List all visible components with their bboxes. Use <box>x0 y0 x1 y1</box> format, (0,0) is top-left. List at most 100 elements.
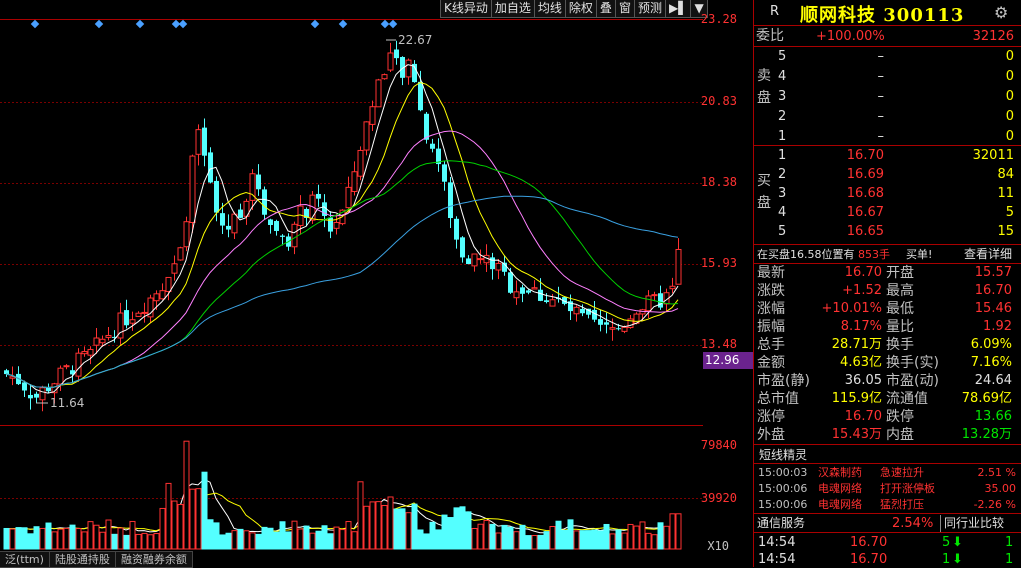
candle-body <box>34 393 39 398</box>
compare-industry-button[interactable]: 同行业比较 <box>940 515 1004 532</box>
industry-name[interactable]: 通信服务 <box>757 514 805 533</box>
quote-label: 市盈(动) <box>886 373 939 389</box>
order-level: 3 <box>778 89 787 104</box>
quote-value: 15.46 <box>974 301 1012 316</box>
candle-body <box>189 155 196 223</box>
quote-label: 总市值 <box>757 391 799 407</box>
volume-bar <box>591 529 598 550</box>
grid-lines <box>0 102 703 499</box>
volume-bar <box>267 527 274 550</box>
candle-body <box>598 319 603 325</box>
high-price-label: 22.67 <box>398 33 432 47</box>
forecast-button[interactable]: 预测 <box>633 0 666 18</box>
candle-body <box>99 338 106 344</box>
candle-body <box>460 237 465 258</box>
volume-bar <box>195 488 202 550</box>
candle-body <box>316 193 321 199</box>
volume-bar <box>75 528 82 550</box>
candle-body <box>75 352 82 377</box>
quote-label: 市盈(静) <box>757 373 810 389</box>
kline-chart-area[interactable]: 22.67 11.64 K线异动 加自选 均线 除权 叠 窗 预测 ▶▌ ▼ 泛(… <box>0 0 708 568</box>
spirit-row[interactable]: 15:00:06 电魂网络 打开涨停板 35.00 <box>754 481 1021 497</box>
volume-bar <box>615 529 622 550</box>
candle-body <box>580 308 585 314</box>
spirit-time: 15:00:03 <box>758 466 808 479</box>
view-detail-link[interactable]: 查看详细 <box>964 245 1012 264</box>
volume-bar <box>555 520 562 550</box>
volume-bar <box>105 519 112 550</box>
candle-body <box>28 394 33 399</box>
candle-body <box>256 174 261 190</box>
volume-bar <box>411 503 418 550</box>
volume-bar <box>279 521 286 550</box>
axis-tick: 20.83 <box>700 94 737 108</box>
volume-bar <box>243 530 250 550</box>
volume-bar <box>63 527 70 550</box>
axis-tick: 23.28 <box>700 12 737 26</box>
candle-body <box>645 295 652 312</box>
spirit-value: 35.00 <box>984 482 1017 495</box>
kline-anomaly-button[interactable]: K线异动 <box>440 0 492 18</box>
volume-bar <box>39 527 46 550</box>
order-level: 5 <box>778 49 787 64</box>
quote-label: 涨幅 <box>757 301 785 317</box>
window-button[interactable]: 窗 <box>614 0 635 18</box>
divider <box>754 532 1021 533</box>
candle-body <box>214 180 219 213</box>
order-ratio-label: 委比 <box>756 28 784 44</box>
volume-bar <box>579 530 586 550</box>
quote-row: 总手 28.71万 换手 6.09% <box>754 336 1021 354</box>
gear-icon[interactable]: ⚙ <box>994 3 1008 22</box>
quote-row: 涨跌 +1.52 最高 16.70 <box>754 282 1021 300</box>
quote-label: 涨跌 <box>757 283 785 299</box>
volume-bar <box>219 534 226 550</box>
candle-body <box>268 219 273 226</box>
spirit-stock: 电魂网络 <box>818 482 862 495</box>
spirit-row[interactable]: 15:00:06 电魂网络 猛烈打压 -2.26 % <box>754 497 1021 513</box>
volume-axis-tick: 79840 <box>700 438 737 452</box>
quote-row: 涨停 16.70 跌停 13.66 <box>754 408 1021 426</box>
ma-button[interactable]: 均线 <box>533 0 566 18</box>
spirit-row[interactable]: 15:00:03 汉森制药 急速拉升 2.51 % <box>754 465 1021 481</box>
order-price: 16.68 <box>846 186 884 201</box>
volume-bar <box>93 524 100 550</box>
candle-body <box>159 290 166 300</box>
tab-pe-ttm[interactable]: 泛(ttm) <box>0 551 50 568</box>
quote-label: 最高 <box>886 283 914 299</box>
quote-value: 16.70 <box>974 283 1012 298</box>
volume-bar <box>567 519 574 550</box>
candle-body <box>658 293 663 308</box>
candle-body <box>466 258 471 265</box>
candle-body <box>208 152 213 183</box>
add-watchlist-button[interactable]: 加自选 <box>490 0 535 18</box>
expand-panel-icon[interactable]: ▶▌ <box>664 0 692 18</box>
quote-label: 涨停 <box>757 409 785 425</box>
volume-bar <box>561 529 568 550</box>
candlesticks <box>4 40 682 412</box>
volume-bar <box>447 517 454 550</box>
volume-bar <box>399 508 406 550</box>
volume-bar <box>675 513 682 550</box>
tick-row: 14:54 16.70 5 ⬇ 1 <box>754 534 1021 551</box>
order-volume: 0 <box>1005 69 1014 84</box>
quote-value: 8.17% <box>840 319 882 334</box>
tab-hk-connect[interactable]: 陆股通持股 <box>48 551 116 568</box>
event-diamond-icon <box>338 19 348 29</box>
quote-label: 振幅 <box>757 319 785 335</box>
order-volume: 0 <box>1005 89 1014 104</box>
kline-chart[interactable]: 22.67 11.64 <box>0 0 703 567</box>
volume-bar <box>345 521 352 550</box>
overlay-button[interactable]: 叠 <box>595 0 616 18</box>
ex-rights-button[interactable]: 除权 <box>564 0 597 18</box>
volume-bar <box>363 505 370 550</box>
volume-bar <box>351 531 358 550</box>
quote-value: 15.43万 <box>831 427 882 442</box>
event-diamond-icon <box>380 19 390 29</box>
spirit-time: 15:00:06 <box>758 482 808 495</box>
volume-bar <box>201 471 208 550</box>
candle-body <box>63 365 70 368</box>
tab-margin-balance[interactable]: 融资融券余额 <box>114 551 193 568</box>
volume-bar <box>27 533 34 550</box>
order-level: 4 <box>778 205 787 220</box>
volume-axis-tick: 39920 <box>700 491 737 505</box>
